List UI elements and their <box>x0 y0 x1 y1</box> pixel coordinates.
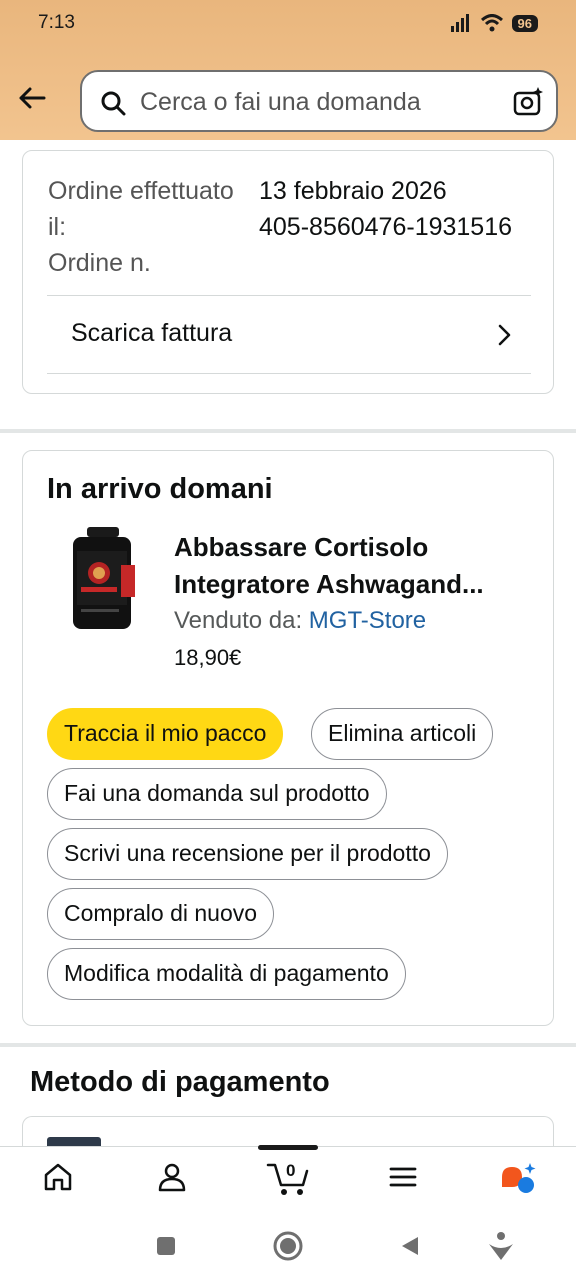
search-input[interactable]: Cerca o fai una domanda <box>80 70 558 132</box>
download-invoice-row[interactable]: Scarica fattura <box>47 297 531 373</box>
assistant-icon[interactable] <box>486 1230 516 1262</box>
divider <box>47 295 531 296</box>
menu-icon[interactable] <box>388 1161 418 1193</box>
battery-level: 96 <box>511 14 538 32</box>
ask-product-question-button[interactable]: Fai una domanda sul prodotto <box>47 768 387 820</box>
product-title[interactable]: Abbassare Cortisolo Integratore Ashwagan… <box>174 529 534 603</box>
product-title-line1: Abbassare Cortisolo <box>174 532 429 562</box>
search-placeholder: Cerca o fai una domanda <box>140 88 421 116</box>
sold-by-label: Venduto da: <box>174 607 309 634</box>
delivery-card: In arrivo domani Abbassare Cortisolo Int… <box>22 450 554 1026</box>
app-header: 7:13 96 Cerca o fai una domanda <box>0 0 576 140</box>
system-navigation-bar <box>0 1212 576 1280</box>
order-date-label: Ordine effettuato il: <box>48 177 234 241</box>
search-icon <box>101 91 126 116</box>
sold-by: Venduto da: MGT-Store <box>174 607 426 635</box>
delivery-status-title: In arrivo domani <box>47 473 273 505</box>
product-title-line2: Integratore Ashwagand... <box>174 569 484 599</box>
order-labels: Ordine effettuato il: Ordine n. <box>48 173 248 281</box>
product-image[interactable] <box>67 527 139 631</box>
section-separator <box>0 1043 576 1047</box>
product-price: 18,90€ <box>174 645 242 670</box>
signal-icon <box>450 14 469 32</box>
back-button-icon[interactable] <box>398 1234 422 1258</box>
track-package-button[interactable]: Traccia il mio pacco <box>47 708 284 760</box>
home-button-icon[interactable] <box>272 1230 304 1262</box>
back-arrow-icon[interactable] <box>16 82 48 114</box>
camera-search-icon[interactable] <box>512 86 544 118</box>
order-details-card: Ordine effettuato il: Ordine n. 13 febbr… <box>22 150 554 394</box>
order-date-value: 13 febbraio 2026 <box>259 177 447 205</box>
rufus-icon[interactable] <box>498 1161 538 1197</box>
download-invoice-label: Scarica fattura <box>71 319 233 347</box>
chevron-right-icon <box>498 324 511 346</box>
delete-items-button[interactable]: Elimina articoli <box>311 708 494 760</box>
order-values: 13 febbraio 2026 405-8560476-1931516 <box>259 173 539 245</box>
divider <box>47 373 531 374</box>
payment-method-title: Metodo di pagamento <box>30 1066 330 1098</box>
change-payment-method-button[interactable]: Modifica modalità di pagamento <box>47 948 406 1000</box>
cart-count: 0 <box>286 1161 296 1180</box>
seller-link[interactable]: MGT-Store <box>309 607 426 634</box>
write-review-button[interactable]: Scrivi una recensione per il prodotto <box>47 828 448 880</box>
status-time: 7:13 <box>38 12 75 33</box>
order-number-value: 405-8560476-1931516 <box>259 213 513 241</box>
buy-again-button[interactable]: Compralo di nuovo <box>47 888 275 940</box>
home-icon[interactable] <box>42 1161 74 1193</box>
section-separator <box>0 429 576 433</box>
account-icon[interactable] <box>156 1161 188 1193</box>
recent-apps-icon[interactable] <box>154 1234 178 1258</box>
order-number-label: Ordine n. <box>48 249 151 277</box>
wifi-icon <box>480 14 503 32</box>
status-icons: 96 <box>450 14 538 32</box>
active-tab-indicator <box>258 1145 318 1150</box>
